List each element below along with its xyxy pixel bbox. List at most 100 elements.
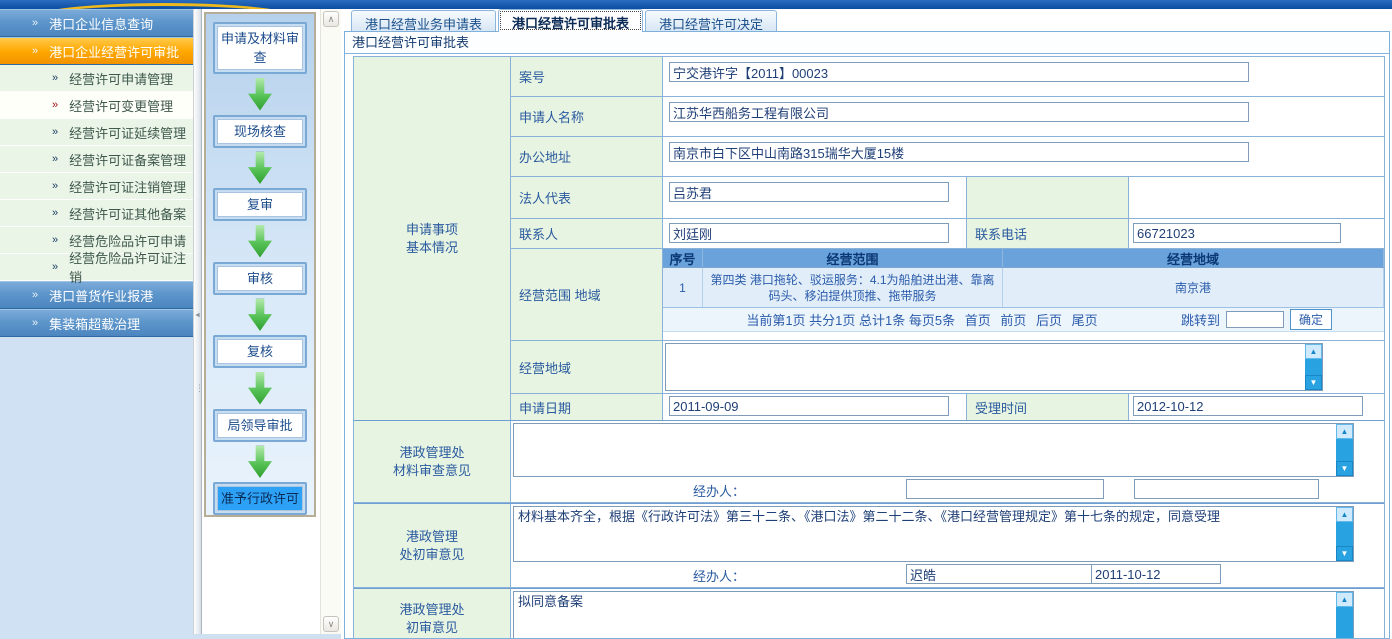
- jump-to-label: 跳转到: [1181, 310, 1220, 329]
- sidebar-item-label: 港口企业信息查询: [49, 14, 153, 33]
- sidebar-item-label: 经营许可变更管理: [69, 96, 173, 115]
- accept-time-input[interactable]: [1133, 396, 1363, 416]
- sidebar-item-license-record-mgmt[interactable]: » 经营许可证备案管理: [0, 146, 193, 173]
- sidebar-item-license-change-mgmt[interactable]: » 经营许可变更管理: [0, 92, 193, 119]
- menu-arrow-icon: »: [52, 99, 57, 111]
- sidebar-item-label: 经营许可申请管理: [69, 69, 173, 88]
- textarea-scrollbar[interactable]: ▲ ▼: [1336, 592, 1353, 639]
- phone-input[interactable]: [1133, 223, 1341, 243]
- operator-input[interactable]: [906, 564, 1104, 584]
- row-case-no: 案号: [511, 57, 1384, 97]
- pagination-next-link[interactable]: 后页: [1036, 313, 1062, 328]
- row-legal-rep: 法人代表: [511, 177, 1384, 219]
- textarea-scroll-down-icon[interactable]: ▼: [1336, 546, 1353, 561]
- menu-arrow-icon: »: [52, 153, 57, 165]
- collapse-left-icon[interactable]: ◄: [194, 312, 201, 319]
- empty-green-cell: [966, 177, 1129, 218]
- menu-arrow-icon: »: [52, 72, 57, 84]
- workflow-step-re-review[interactable]: 复审: [213, 188, 307, 221]
- case-no-input[interactable]: [669, 62, 1249, 82]
- workflow-arrow-icon: [248, 372, 272, 405]
- sidebar-item-license-extend-mgmt[interactable]: » 经营许可证延续管理: [0, 119, 193, 146]
- tab-bar: 港口经营业务申请表 港口经营许可审批表 港口经营许可决定: [351, 10, 777, 32]
- region-label: 经营地域: [511, 341, 663, 393]
- header-scope: 经营范围: [703, 249, 1003, 267]
- textarea-scroll-up-icon[interactable]: ▲: [1305, 344, 1322, 359]
- operator-date-input[interactable]: [1091, 564, 1221, 584]
- first-review-textarea[interactable]: 材料基本齐全，根据《行政许可法》第三十二条、《港口法》第二十二条、《港口经营管理…: [513, 506, 1354, 562]
- jump-page-input[interactable]: [1226, 311, 1284, 328]
- accept-time-label: 受理时间: [966, 394, 1129, 420]
- pagination-first-link[interactable]: 首页: [965, 313, 991, 328]
- operator-date-input[interactable]: [1134, 479, 1319, 499]
- scroll-down-icon[interactable]: ∨: [323, 616, 339, 632]
- textarea-scroll-down-icon[interactable]: ▼: [1305, 375, 1322, 390]
- sidebar-item-license-approval[interactable]: » 港口企业经营许可审批: [0, 37, 193, 65]
- applicant-input[interactable]: [669, 102, 1249, 122]
- sidebar-item-container-overload[interactable]: » 集装箱超载治理: [0, 309, 193, 337]
- sidebar-menu: » 港口企业信息查询 » 港口企业经营许可审批 » 经营许可申请管理 » 经营许…: [0, 9, 193, 639]
- menu-arrow-icon: »: [52, 261, 57, 273]
- scrollbar-thumb[interactable]: [1336, 439, 1353, 461]
- header-area: 经营地域: [1003, 249, 1384, 267]
- sidebar-item-license-cancel-mgmt[interactable]: » 经营许可证注销管理: [0, 173, 193, 200]
- workflow-step-leader-approve[interactable]: 局领导审批: [213, 409, 307, 442]
- workflow-arrow-icon: [248, 446, 272, 479]
- second-review-textarea[interactable]: 拟同意备案 ▲ ▼: [513, 591, 1354, 639]
- cell-area: 南京港: [1003, 268, 1384, 307]
- operator-label: 经办人：: [693, 481, 745, 500]
- textarea-scroll-up-icon[interactable]: ▲: [1336, 424, 1353, 439]
- middle-vertical-scrollbar[interactable]: ∧ ∨: [320, 9, 341, 639]
- pagination-last-link[interactable]: 尾页: [1072, 313, 1098, 328]
- operator-input[interactable]: [906, 479, 1104, 499]
- legal-rep-input[interactable]: [669, 182, 949, 202]
- contact-input[interactable]: [669, 223, 949, 243]
- sidebar-item-label: 经营许可证其他备案: [69, 204, 186, 223]
- scrollbar-thumb[interactable]: [1336, 522, 1353, 546]
- sidebar-item-dangerous-cancel[interactable]: » 经营危险品许可证注销: [0, 254, 193, 281]
- phone-label: 联系电话: [966, 219, 1129, 248]
- textarea-scroll-up-icon[interactable]: ▲: [1336, 592, 1353, 607]
- apply-date-input[interactable]: [669, 396, 949, 416]
- textarea-scroll-down-icon[interactable]: ▼: [1336, 461, 1353, 476]
- textarea-scroll-up-icon[interactable]: ▲: [1336, 507, 1353, 522]
- sidebar-item-label: 经营许可证延续管理: [69, 123, 186, 142]
- apply-date-label: 申请日期: [511, 394, 663, 420]
- sidebar-splitter[interactable]: ◄ ⋮⋮: [193, 9, 202, 639]
- confirm-button[interactable]: 确定: [1290, 309, 1332, 330]
- scrollbar-thumb[interactable]: [1336, 607, 1353, 639]
- workflow-step-grant-license[interactable]: 准予行政许可: [213, 482, 307, 515]
- workflow-step-audit[interactable]: 审核: [213, 262, 307, 295]
- scroll-up-icon[interactable]: ∧: [323, 11, 339, 27]
- menu-arrow-icon: »: [32, 317, 37, 329]
- table-row[interactable]: 1 第四类 港口拖轮、驳运服务：4.1为船舶进出港、靠离码头、移泊提供顶推、拖带…: [663, 268, 1384, 308]
- scrollbar-thumb[interactable]: [1305, 359, 1322, 375]
- workflow-panel: 申请及材料审查 现场核查 复审 审核 复核 局领导审批 准予行政许可: [204, 12, 316, 517]
- workflow-arrow-icon: [248, 78, 272, 111]
- pagination-prev-link[interactable]: 前页: [1000, 313, 1026, 328]
- sidebar-item-info-query[interactable]: » 港口企业信息查询: [0, 9, 193, 37]
- category-label: 申请事项 基本情况: [354, 57, 511, 420]
- section-first-review-opinion: 港政管理 处初审意见 材料基本齐全，根据《行政许可法》第三十二条、《港口法》第二…: [354, 503, 1384, 588]
- region-textarea[interactable]: ▲ ▼: [665, 343, 1323, 391]
- workflow-step-label: 审核: [217, 266, 303, 291]
- page-title: 港口经营许可审批表: [345, 32, 1389, 54]
- cell-scope: 第四类 港口拖轮、驳运服务：4.1为船舶进出港、靠离码头、移泊提供顶推、拖带服务: [703, 268, 1003, 307]
- tab-license-approval[interactable]: 港口经营许可审批表: [498, 9, 643, 32]
- office-address-input[interactable]: [669, 142, 1249, 162]
- approval-form-table: 申请事项 基本情况 案号 申请人名称: [353, 56, 1385, 639]
- workflow-step-recheck[interactable]: 复核: [213, 335, 307, 368]
- tab-business-apply[interactable]: 港口经营业务申请表: [351, 10, 496, 31]
- textarea-scrollbar[interactable]: ▲ ▼: [1336, 507, 1353, 561]
- menu-arrow-icon: »: [32, 289, 37, 301]
- sidebar-item-license-apply-mgmt[interactable]: » 经营许可申请管理: [0, 65, 193, 92]
- textarea-scrollbar[interactable]: ▲ ▼: [1305, 344, 1322, 390]
- workflow-step-label: 复审: [217, 192, 303, 217]
- textarea-scrollbar[interactable]: ▲ ▼: [1336, 424, 1353, 476]
- workflow-step-material-review[interactable]: 申请及材料审查: [213, 22, 307, 74]
- row-contact: 联系人 联系电话: [511, 219, 1384, 249]
- workflow-step-site-check[interactable]: 现场核查: [213, 115, 307, 148]
- sidebar-item-license-other-record[interactable]: » 经营许可证其他备案: [0, 200, 193, 227]
- material-opinion-textarea[interactable]: ▲ ▼: [513, 423, 1354, 477]
- tab-license-decision[interactable]: 港口经营许可决定: [645, 10, 777, 31]
